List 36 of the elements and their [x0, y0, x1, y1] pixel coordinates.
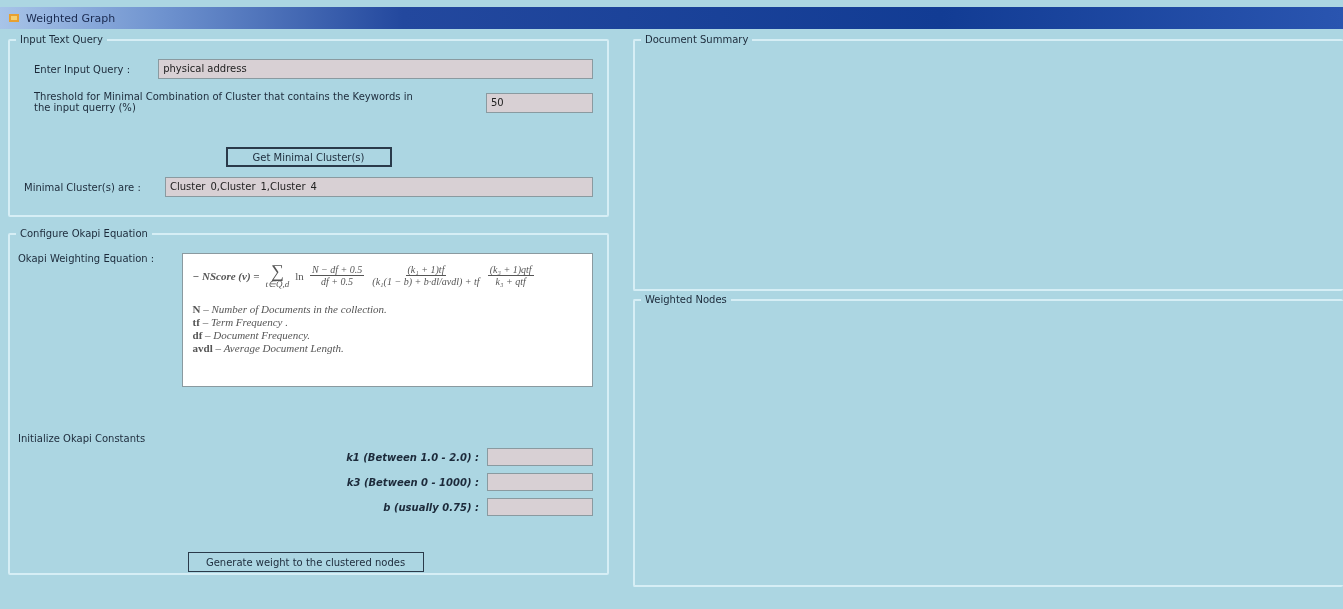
result-field[interactable]: Cluster_0,Cluster_1,Cluster_4: [164, 177, 593, 197]
denominator: (k₁(1 − b) + b·dl/avdl) + tf: [371, 276, 482, 287]
denominator: k₃ + qtf: [494, 276, 528, 287]
legend-line: tf – Term Frequency .: [192, 316, 289, 329]
denominator: df + 0.5: [320, 276, 355, 287]
sum-symbol: ∑: [271, 262, 284, 280]
constant-field[interactable]: [487, 498, 593, 516]
field-label: k3 (Between 0 - 1000) :: [345, 476, 480, 488]
constant-field[interactable]: [487, 473, 593, 491]
window-title: Weighted Graph: [26, 11, 116, 25]
field-label: Enter Input Query :: [34, 63, 132, 75]
numerator: (k₃ + 1)qtf: [487, 264, 534, 276]
section-label: Initialize Okapi Constants: [18, 433, 147, 444]
field-label: Minimal Cluster(s) are :: [24, 181, 142, 193]
query-field[interactable]: physical address: [158, 59, 593, 79]
threshold-field[interactable]: 50: [486, 93, 593, 113]
group-title: Document Summary: [641, 34, 753, 45]
constant-field[interactable]: [487, 448, 593, 466]
sum-subscript: t∈Q,d: [265, 280, 290, 289]
group-title: Configure Okapi Equation: [16, 228, 152, 239]
legend-line: df – Document Frequency.: [192, 329, 312, 342]
group-title: Weighted Nodes: [641, 294, 731, 305]
field-label: Okapi Weighting Equation :: [18, 253, 156, 264]
group-title: Input Text Query: [16, 34, 107, 45]
generate-weight-button[interactable]: Generate weight to the clustered nodes: [187, 552, 424, 572]
get-clusters-button[interactable]: Get Minimal Cluster(s): [225, 147, 392, 167]
field-label: k1 (Between 1.0 - 2.0) :: [345, 451, 480, 463]
legend-line: avdl – Average Document Length.: [192, 342, 345, 355]
legend-line: N – Number of Documents in the collection.: [192, 303, 388, 316]
numerator: N − df + 0.5: [309, 264, 365, 276]
field-label: Threshold for Minimal Combination of Cluster that contains the Keywords in the input querry (%): [34, 91, 414, 113]
equation-text: ln: [295, 269, 304, 282]
equation-text: − NScore (v) =: [192, 269, 260, 282]
field-label: b (usually 0.75) :: [382, 501, 480, 513]
app-icon: [8, 12, 20, 24]
numerator: (k₁ + 1)tf: [405, 264, 447, 276]
